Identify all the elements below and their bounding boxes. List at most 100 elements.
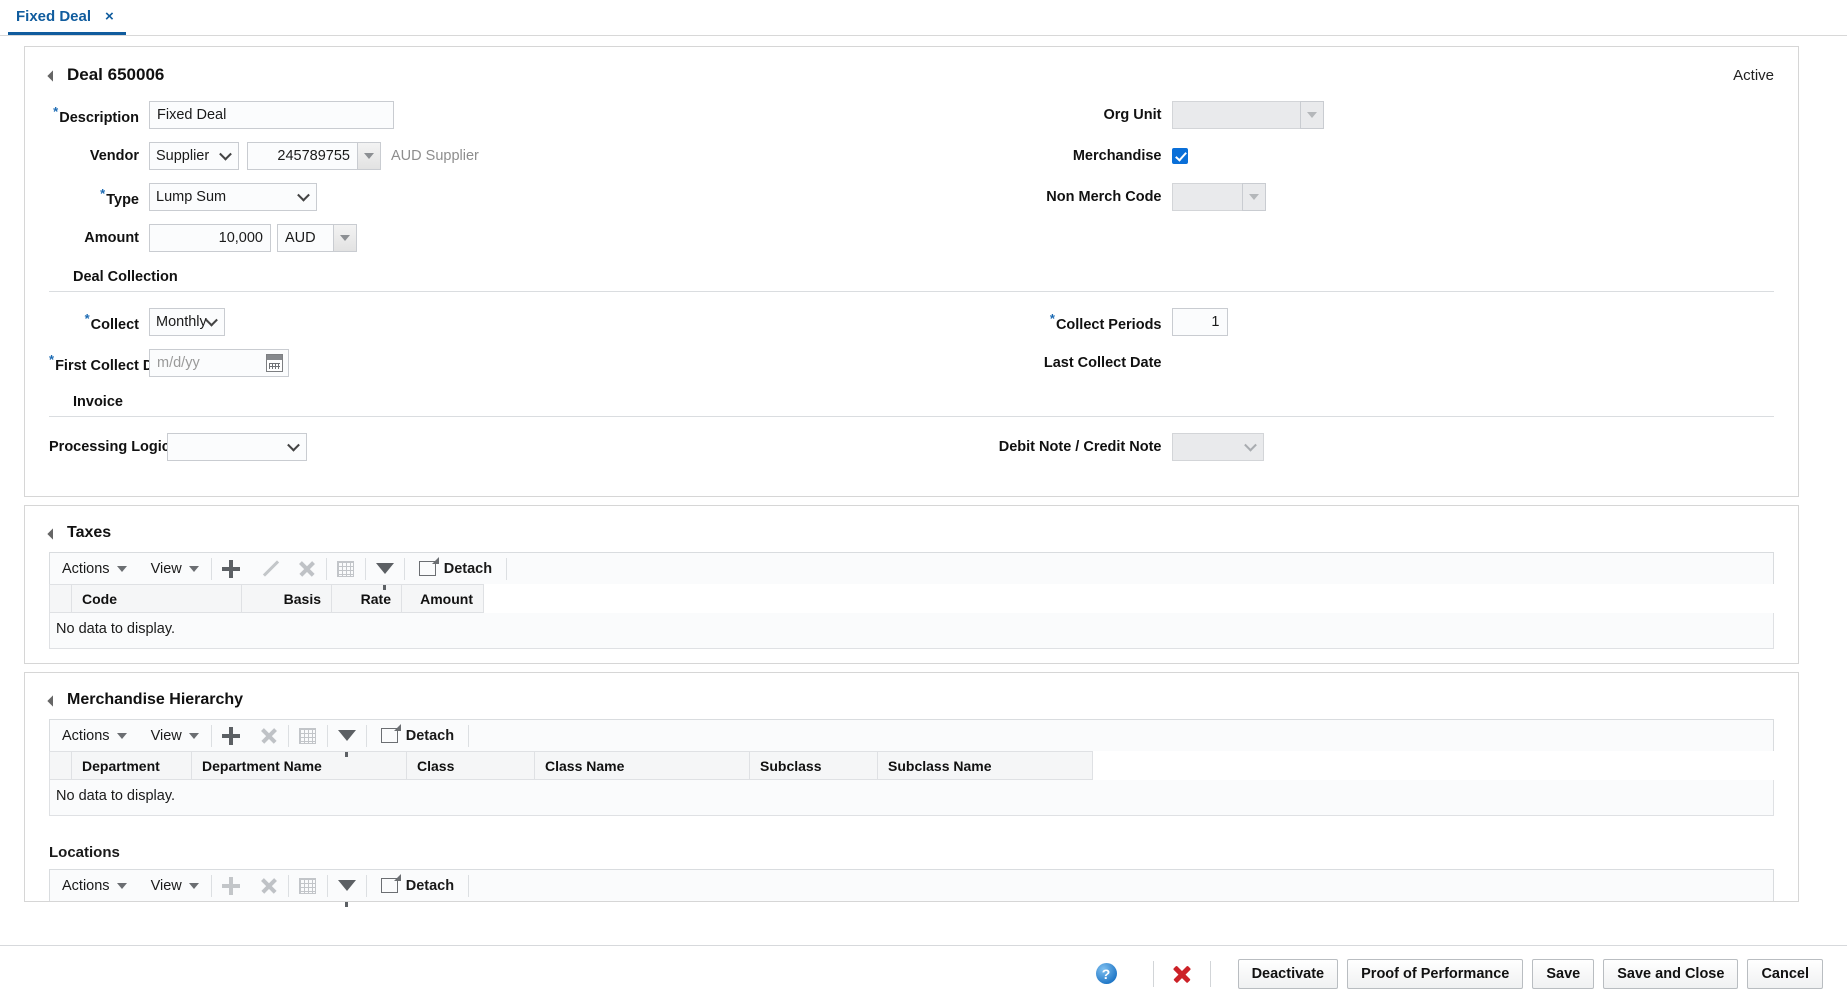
pencil-icon — [260, 560, 278, 578]
deal-form-left-column: *Description Vendor Supplier — [49, 101, 912, 265]
collapse-triangle-icon[interactable] — [47, 70, 59, 82]
vendor-label: Vendor — [89, 148, 139, 164]
view-menu[interactable]: View — [139, 720, 211, 751]
merch-hierarchy-no-data: No data to display. — [49, 780, 1774, 816]
save-button[interactable]: Save — [1532, 958, 1595, 989]
column-header-department[interactable]: Department — [71, 751, 192, 780]
funnel-icon — [375, 563, 394, 590]
chevron-down-icon — [1248, 194, 1259, 200]
column-header-class[interactable]: Class — [406, 751, 535, 780]
processing-logic-label: Processing Logic — [49, 439, 170, 455]
help-icon[interactable]: ? — [1095, 963, 1117, 984]
add-row-button[interactable] — [212, 720, 250, 751]
filter-button[interactable] — [366, 553, 404, 590]
detach-button[interactable]: Detach — [405, 553, 506, 584]
collect-select[interactable]: Monthly — [149, 308, 225, 336]
filter-button[interactable] — [328, 870, 366, 907]
collect-periods-input[interactable] — [1171, 308, 1228, 336]
close-icon[interactable]: × — [105, 9, 114, 24]
actions-menu-label: Actions — [62, 727, 110, 744]
delete-icon[interactable] — [1172, 964, 1192, 984]
divider — [49, 416, 1774, 417]
delete-row-button — [250, 870, 288, 901]
merchandise-label: Merchandise — [1072, 148, 1162, 164]
field-row-collect-periods: *Collect Periods — [952, 308, 1775, 336]
collapse-triangle-icon[interactable] — [47, 695, 59, 707]
filter-button[interactable] — [328, 720, 366, 757]
debit-credit-note-select[interactable] — [1171, 433, 1264, 461]
vendor-type-select-wrapper: Supplier — [149, 142, 239, 170]
taxes-table-wrap: Actions View Detach Code Basis Rate Amou… — [25, 552, 1798, 663]
x-icon — [298, 560, 316, 578]
vendor-type-select[interactable]: Supplier — [149, 142, 239, 170]
detach-button[interactable]: Detach — [367, 870, 468, 901]
non-merch-code-lov — [1171, 183, 1266, 211]
detach-button[interactable]: Detach — [367, 720, 468, 751]
column-header-subclass-name[interactable]: Subclass Name — [877, 751, 1093, 780]
description-label: *Description — [53, 104, 139, 126]
column-header-class-name[interactable]: Class Name — [534, 751, 750, 780]
invoice-right: Debit Note / Credit Note — [912, 433, 1775, 474]
page-content: Deal 650006 Active *Description Vendor — [0, 36, 1847, 1001]
view-menu-label: View — [150, 727, 182, 744]
detach-icon — [380, 874, 401, 893]
taxes-toolbar: Actions View Detach — [49, 552, 1774, 590]
amount-input[interactable] — [149, 224, 271, 252]
non-merch-code-input[interactable] — [1171, 183, 1242, 211]
collect-periods-label: *Collect Periods — [1049, 311, 1162, 333]
org-unit-lov-button[interactable] — [1299, 101, 1324, 129]
chevron-down-icon — [364, 153, 374, 159]
vendor-id-lov-button[interactable] — [357, 142, 381, 170]
proof-of-performance-button[interactable]: Proof of Performance — [1347, 958, 1524, 989]
export-spreadsheet-button — [327, 553, 365, 584]
field-row-collect: *Collect Monthly — [49, 308, 912, 336]
actions-menu[interactable]: Actions — [50, 870, 139, 901]
add-row-button[interactable] — [212, 553, 250, 584]
merchandise-checkbox[interactable] — [1171, 148, 1188, 164]
column-header-basis[interactable]: Basis — [241, 584, 332, 613]
tab-fixed-deal[interactable]: Fixed Deal × — [8, 0, 126, 35]
footer-action-bar: ? Deactivate Proof of Performance Save S… — [0, 945, 1847, 1001]
deactivate-button[interactable]: Deactivate — [1237, 958, 1339, 989]
processing-logic-select[interactable] — [167, 433, 307, 461]
invoice-heading: Invoice — [73, 394, 123, 410]
row-selector-header — [49, 751, 72, 780]
required-marker: * — [100, 186, 106, 202]
column-header-rate[interactable]: Rate — [331, 584, 402, 613]
non-merch-code-label: Non Merch Code — [1046, 189, 1162, 205]
column-header-code[interactable]: Code — [71, 584, 242, 613]
chevron-down-icon — [188, 565, 199, 572]
actions-menu[interactable]: Actions — [50, 720, 139, 751]
deal-collection-heading: Deal Collection — [73, 269, 178, 285]
column-header-department-name[interactable]: Department Name — [191, 751, 407, 780]
deal-collection-right: *Collect Periods Last Collect Date — [912, 308, 1775, 390]
deal-form-right-column: Org Unit Merchandise Non Merch Code — [912, 101, 1775, 265]
non-merch-code-lov-button[interactable] — [1241, 183, 1266, 211]
actions-menu[interactable]: Actions — [50, 553, 139, 584]
currency-input[interactable] — [277, 224, 333, 252]
column-header-subclass[interactable]: Subclass — [749, 751, 878, 780]
deal-panel: Deal 650006 Active *Description Vendor — [24, 46, 1799, 497]
view-menu[interactable]: View — [139, 553, 211, 584]
save-and-close-button[interactable]: Save and Close — [1603, 958, 1739, 989]
calendar-icon[interactable] — [266, 354, 283, 372]
column-header-amount[interactable]: Amount — [401, 584, 484, 613]
type-select[interactable]: Lump Sum — [149, 183, 317, 211]
field-row-type: *Type Lump Sum — [49, 183, 912, 211]
org-unit-input[interactable] — [1171, 101, 1300, 129]
actions-menu-label: Actions — [62, 560, 110, 577]
delete-row-button — [288, 553, 326, 584]
view-menu[interactable]: View — [139, 870, 211, 901]
vendor-id-input[interactable] — [247, 142, 357, 170]
field-row-org-unit: Org Unit — [952, 101, 1775, 129]
currency-lov-button[interactable] — [333, 224, 357, 252]
funnel-icon — [337, 730, 356, 757]
cancel-button[interactable]: Cancel — [1747, 958, 1823, 989]
divider — [1209, 960, 1211, 987]
table-header-row: Department Department Name Class Class N… — [49, 751, 1774, 780]
collapse-triangle-icon[interactable] — [47, 528, 59, 540]
chevron-down-icon — [116, 732, 127, 739]
description-input[interactable] — [149, 101, 394, 129]
deal-title-text: Deal 650006 — [67, 65, 165, 84]
detach-icon — [380, 724, 401, 743]
